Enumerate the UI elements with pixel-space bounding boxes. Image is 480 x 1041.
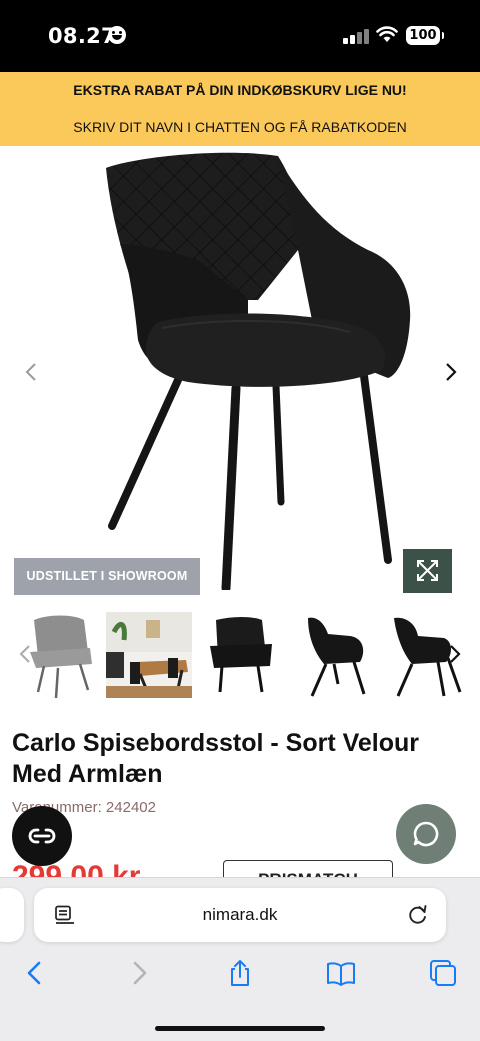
product-gallery[interactable]: UDSTILLET I SHOWROOM: [0, 146, 480, 600]
back-icon[interactable]: [20, 958, 50, 988]
thumbnail-3[interactable]: [198, 612, 284, 698]
address-bar[interactable]: nimara.dk: [34, 888, 446, 942]
product-title: Carlo Spisebordsstol - Sort Velour Med A…: [12, 729, 420, 788]
status-time: 08.27: [48, 24, 116, 48]
thumbnail-4[interactable]: [294, 612, 380, 698]
url-text: nimara.dk: [202, 905, 278, 924]
forward-icon[interactable]: [124, 958, 154, 988]
thumbnails-chevron-left-icon[interactable]: [14, 642, 38, 666]
reload-icon[interactable]: [406, 903, 430, 927]
promo-headline: EKSTRA RABAT PÅ DIN INDKØBSKURV LIGE NU!: [73, 82, 407, 98]
cookie-button[interactable]: [12, 806, 72, 866]
promo-subline: SKRIV DIT NAVN I CHATTEN OG FÅ RABATKODE…: [73, 119, 407, 135]
cookie-icon: [28, 828, 56, 844]
expand-icon: [417, 560, 438, 581]
wifi-icon: [376, 26, 398, 42]
thumbnail-2[interactable]: [106, 612, 192, 698]
chevron-left-icon[interactable]: [20, 360, 44, 384]
product-image: [106, 152, 411, 590]
bookmarks-icon[interactable]: [326, 958, 356, 988]
expand-button[interactable]: [403, 549, 452, 593]
thumbnails-chevron-right-icon[interactable]: [442, 642, 466, 666]
chevron-right-icon[interactable]: [438, 360, 462, 384]
emoji-icon: [108, 26, 126, 44]
browser-toolbar: nimara.dk: [0, 877, 480, 1041]
battery-icon: 100: [406, 26, 444, 45]
share-icon[interactable]: [225, 958, 255, 988]
status-bar: 08.27 100: [0, 0, 480, 72]
promo-banner[interactable]: EKSTRA RABAT PÅ DIN INDKØBSKURV LIGE NU!…: [0, 72, 480, 146]
signal-icon: [343, 28, 369, 44]
chat-icon: [413, 821, 439, 847]
previous-tab-preview[interactable]: [0, 888, 24, 942]
showroom-badge: UDSTILLET I SHOWROOM: [14, 558, 200, 595]
home-indicator: [155, 1026, 325, 1031]
thumbnail-strip: [0, 606, 480, 702]
tabs-icon[interactable]: [428, 958, 458, 988]
pricematch-button[interactable]: PRISMATCH: [223, 860, 393, 878]
chat-button[interactable]: [396, 804, 456, 864]
